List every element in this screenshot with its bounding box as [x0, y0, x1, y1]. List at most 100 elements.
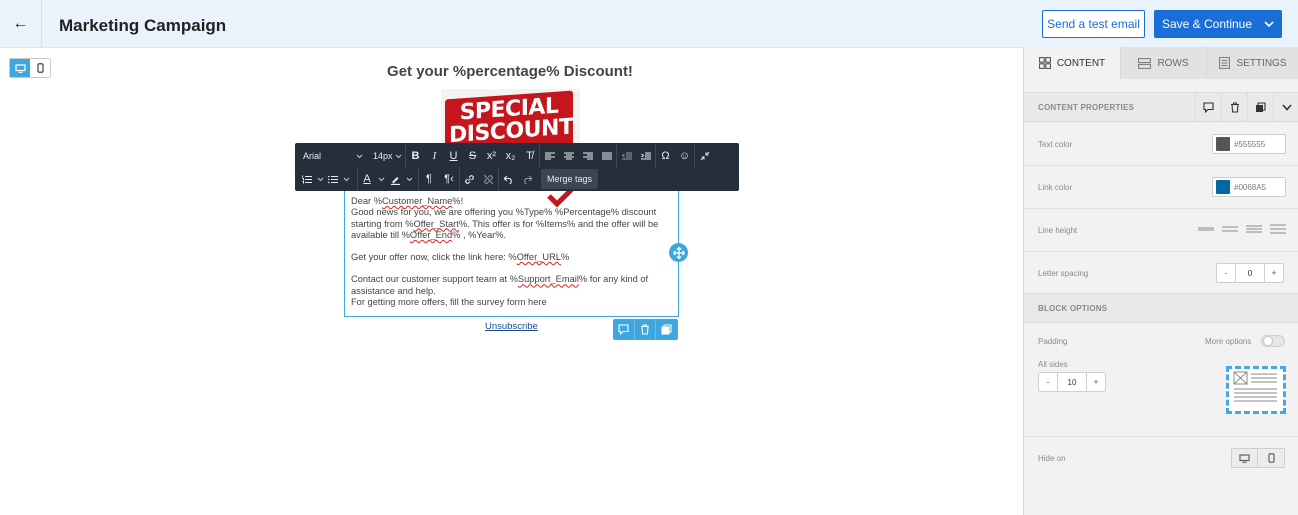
desktop-view-button[interactable]: [10, 59, 30, 77]
content-properties-header: CONTENT PROPERTIES: [1024, 92, 1298, 122]
hide-on-mobile-button[interactable]: [1258, 449, 1284, 467]
back-button[interactable]: ←: [0, 0, 42, 48]
duplicate-block-button[interactable]: [656, 319, 678, 340]
duplicate-button[interactable]: [1247, 93, 1273, 121]
move-handle[interactable]: [669, 243, 688, 262]
padding-stepper[interactable]: - 10 +: [1038, 372, 1106, 392]
tab-content[interactable]: CONTENT: [1024, 47, 1121, 79]
chevron-down-icon: [1281, 103, 1292, 111]
chevron-down-icon: [395, 154, 402, 158]
top-bar: ← Marketing Campaign Send a test email S…: [0, 0, 1298, 48]
redo-button[interactable]: [518, 167, 537, 191]
insert-link-button[interactable]: [460, 167, 479, 191]
rich-text-toolbar: Arial 14px B I U S x² x₂ T̸ Ω ☺ A ¶ ¶‹ M…: [295, 143, 739, 191]
strikethrough-button[interactable]: S: [463, 144, 482, 168]
delete-block-button[interactable]: [635, 319, 657, 340]
clear-format-button[interactable]: T̸: [520, 144, 539, 168]
font-family-select[interactable]: Arial: [295, 144, 367, 168]
save-continue-button[interactable]: Save & Continue: [1154, 10, 1282, 38]
highlight-color-button[interactable]: [386, 167, 404, 191]
comment-button[interactable]: [1195, 93, 1221, 121]
hide-on-row: Hide on: [1024, 437, 1298, 480]
comment-button[interactable]: [613, 319, 635, 340]
trash-icon: [1230, 101, 1239, 113]
more-options-toggle[interactable]: [1261, 335, 1285, 347]
letter-spacing-row: Letter spacing - 0 +: [1024, 252, 1298, 295]
font-size-select[interactable]: 14px: [367, 144, 405, 168]
text-color-button[interactable]: A: [358, 167, 376, 191]
desktop-icon: [1239, 453, 1250, 463]
decrement-button[interactable]: -: [1217, 264, 1235, 282]
increment-button[interactable]: +: [1087, 373, 1105, 391]
justify-icon: [601, 152, 612, 160]
bullet-list-button[interactable]: [325, 167, 341, 191]
undo-button[interactable]: [499, 167, 518, 191]
tab-settings[interactable]: SETTINGS: [1207, 47, 1298, 79]
ordered-list-button[interactable]: [299, 167, 315, 191]
ltr-button[interactable]: ¶: [419, 167, 439, 191]
collapse-icon: [700, 151, 709, 161]
justify-button[interactable]: [597, 144, 616, 168]
mobile-icon: [36, 63, 44, 73]
padding-preview: [1226, 366, 1286, 414]
save-continue-label: Save & Continue: [1161, 17, 1253, 31]
chevron-down-icon[interactable]: [315, 167, 325, 191]
desktop-icon: [14, 63, 26, 73]
link-color-swatch[interactable]: [1216, 180, 1230, 194]
decrement-button[interactable]: -: [1039, 373, 1057, 391]
indent-button[interactable]: [636, 144, 655, 168]
remove-link-button[interactable]: [479, 167, 498, 191]
trash-icon: [640, 324, 649, 335]
text-color-row: Text color #555555: [1024, 123, 1298, 166]
hide-on-desktop-button[interactable]: [1232, 449, 1258, 467]
merge-tags-button[interactable]: Merge tags: [541, 169, 599, 189]
subscript-button[interactable]: x₂: [501, 144, 520, 168]
unlink-icon: [483, 174, 494, 184]
block-options-header: BLOCK OPTIONS: [1024, 293, 1298, 323]
chevron-down-icon[interactable]: [341, 167, 351, 191]
comment-icon: [1203, 101, 1214, 113]
indent-icon: [640, 152, 651, 160]
block-layout-icon: [1233, 371, 1277, 402]
mobile-view-button[interactable]: [30, 59, 50, 77]
outdent-icon: [621, 152, 632, 160]
emoji-button[interactable]: ☺: [675, 144, 694, 168]
align-left-button[interactable]: [540, 144, 559, 168]
special-chars-button[interactable]: Ω: [656, 144, 675, 168]
highlighter-icon: [390, 176, 400, 185]
comment-icon: [618, 324, 629, 335]
collapse-button[interactable]: [1273, 93, 1298, 121]
redo-icon: [524, 175, 533, 184]
align-center-button[interactable]: [559, 144, 578, 168]
chevron-down-icon[interactable]: [404, 167, 414, 191]
hide-on-toggle: [1231, 448, 1285, 468]
chevron-down-icon: [356, 154, 363, 158]
device-toggle: [9, 58, 51, 78]
superscript-button[interactable]: x²: [482, 144, 501, 168]
bold-button[interactable]: B: [406, 144, 425, 168]
letter-spacing-stepper[interactable]: - 0 +: [1216, 263, 1284, 283]
tab-rows[interactable]: ROWS: [1121, 47, 1207, 79]
chevron-down-icon[interactable]: [376, 167, 386, 191]
increment-button[interactable]: +: [1265, 264, 1283, 282]
underline-button[interactable]: U: [444, 144, 463, 168]
email-headline[interactable]: Get your %percentage% Discount!: [305, 63, 715, 80]
collapse-toolbar-button[interactable]: [695, 144, 714, 168]
send-test-email-button[interactable]: Send a test email: [1042, 10, 1145, 38]
rtl-button[interactable]: ¶‹: [439, 167, 459, 191]
text-color-input[interactable]: #555555: [1212, 134, 1286, 154]
special-discount-image[interactable]: SPECIAL DISCOUNT: [441, 89, 580, 149]
delete-button[interactable]: [1221, 93, 1247, 121]
align-right-button[interactable]: [578, 144, 597, 168]
text-color-swatch[interactable]: [1216, 137, 1230, 151]
outdent-button[interactable]: [617, 144, 636, 168]
letter-spacing-value[interactable]: 0: [1235, 264, 1265, 282]
unsubscribe-link[interactable]: Unsubscribe: [485, 321, 538, 332]
link-color-input[interactable]: #0068A5: [1212, 177, 1286, 197]
email-body-text[interactable]: Dear %Customer_Name%! Good news for you,…: [351, 196, 673, 308]
chevron-down-icon[interactable]: [1256, 10, 1282, 38]
padding-value[interactable]: 10: [1057, 373, 1087, 391]
line-height-options[interactable]: [1198, 223, 1286, 235]
italic-button[interactable]: I: [425, 144, 444, 168]
line-height-row: Line height: [1024, 209, 1298, 252]
